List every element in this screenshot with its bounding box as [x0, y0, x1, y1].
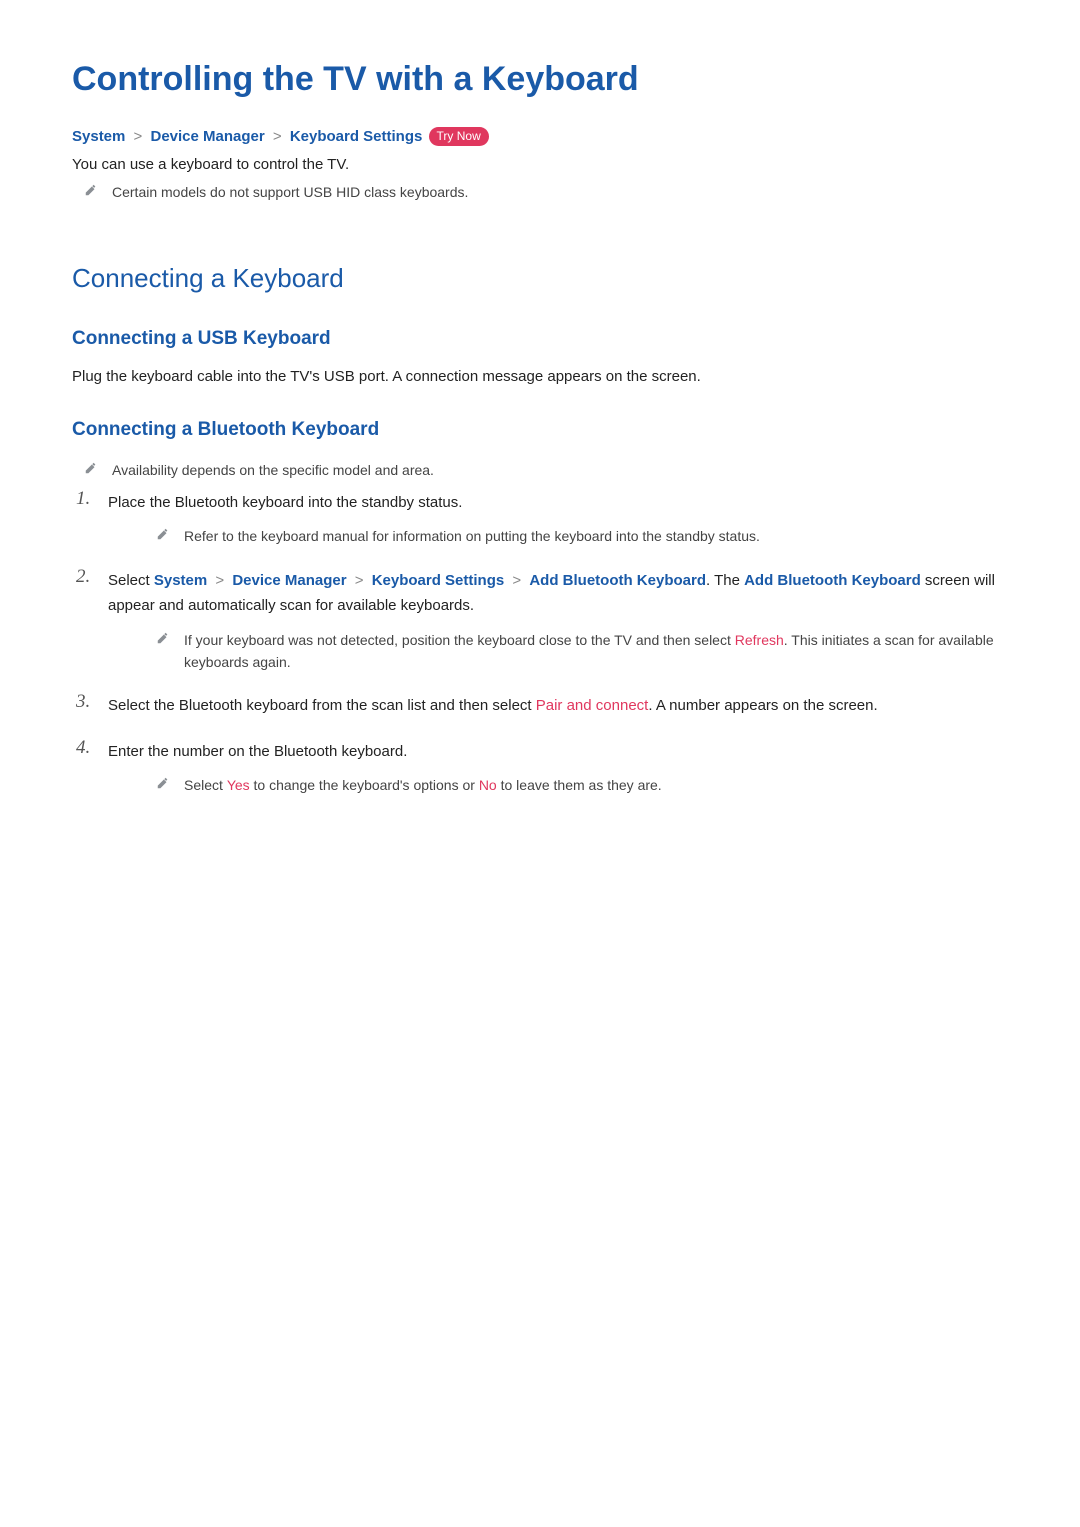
pencil-icon [156, 629, 170, 645]
pencil-icon [84, 459, 98, 475]
page-title: Controlling the TV with a Keyboard [72, 60, 1008, 99]
path-system: System [154, 572, 207, 589]
bluetooth-steps-list: Place the Bluetooth keyboard into the st… [72, 490, 1008, 797]
note-text: Refer to the keyboard manual for informa… [184, 525, 760, 547]
heading-connecting-keyboard: Connecting a Keyboard [72, 263, 1008, 294]
pencil-icon [156, 774, 170, 790]
step-4: Enter the number on the Bluetooth keyboa… [72, 739, 1008, 797]
pencil-icon [84, 181, 98, 197]
label-yes: Yes [227, 777, 250, 793]
pencil-icon [156, 525, 170, 541]
path-keyboard-settings: Keyboard Settings [372, 572, 505, 589]
note-text: If your keyboard was not detected, posit… [184, 629, 1008, 674]
step-3: Select the Bluetooth keyboard from the s… [72, 693, 1008, 719]
path-add-bluetooth-keyboard: Add Bluetooth Keyboard [529, 572, 706, 589]
chevron-right-icon: > [273, 128, 282, 145]
heading-bluetooth-keyboard: Connecting a Bluetooth Keyboard [72, 419, 1008, 441]
heading-usb-keyboard: Connecting a USB Keyboard [72, 328, 1008, 350]
usb-body-text: Plug the keyboard cable into the TV's US… [72, 368, 1008, 385]
note-bt-availability: Availability depends on the specific mod… [72, 459, 1008, 481]
label-refresh: Refresh [735, 632, 784, 648]
note-text: Select Yes to change the keyboard's opti… [184, 774, 662, 796]
label-no: No [479, 777, 497, 793]
note-hid: Certain models do not support USB HID cl… [72, 181, 1008, 203]
note-text: Availability depends on the specific mod… [112, 459, 434, 481]
label-add-bluetooth-keyboard: Add Bluetooth Keyboard [744, 572, 921, 589]
chevron-right-icon: > [355, 572, 364, 589]
step-text: Select System > Device Manager > Keyboar… [108, 568, 1008, 619]
step-2: Select System > Device Manager > Keyboar… [72, 568, 1008, 674]
step-1-note: Refer to the keyboard manual for informa… [108, 525, 1008, 547]
chevron-right-icon: > [512, 572, 521, 589]
label-pair-and-connect: Pair and connect [536, 697, 649, 714]
note-text: Certain models do not support USB HID cl… [112, 181, 468, 203]
step-2-note: If your keyboard was not detected, posit… [108, 629, 1008, 674]
path-keyboard-settings: Keyboard Settings [290, 128, 423, 145]
step-1: Place the Bluetooth keyboard into the st… [72, 490, 1008, 548]
chevron-right-icon: > [215, 572, 224, 589]
path-system: System [72, 128, 125, 145]
path-device-manager: Device Manager [150, 128, 264, 145]
path-device-manager: Device Manager [232, 572, 346, 589]
step-text: Select the Bluetooth keyboard from the s… [108, 693, 1008, 719]
step-text: Place the Bluetooth keyboard into the st… [108, 490, 1008, 516]
intro-text: You can use a keyboard to control the TV… [72, 156, 1008, 173]
settings-path: System > Device Manager > Keyboard Setti… [72, 127, 1008, 146]
try-now-badge[interactable]: Try Now [429, 127, 489, 146]
step-text: Enter the number on the Bluetooth keyboa… [108, 739, 1008, 765]
chevron-right-icon: > [134, 128, 143, 145]
step-4-note: Select Yes to change the keyboard's opti… [108, 774, 1008, 796]
